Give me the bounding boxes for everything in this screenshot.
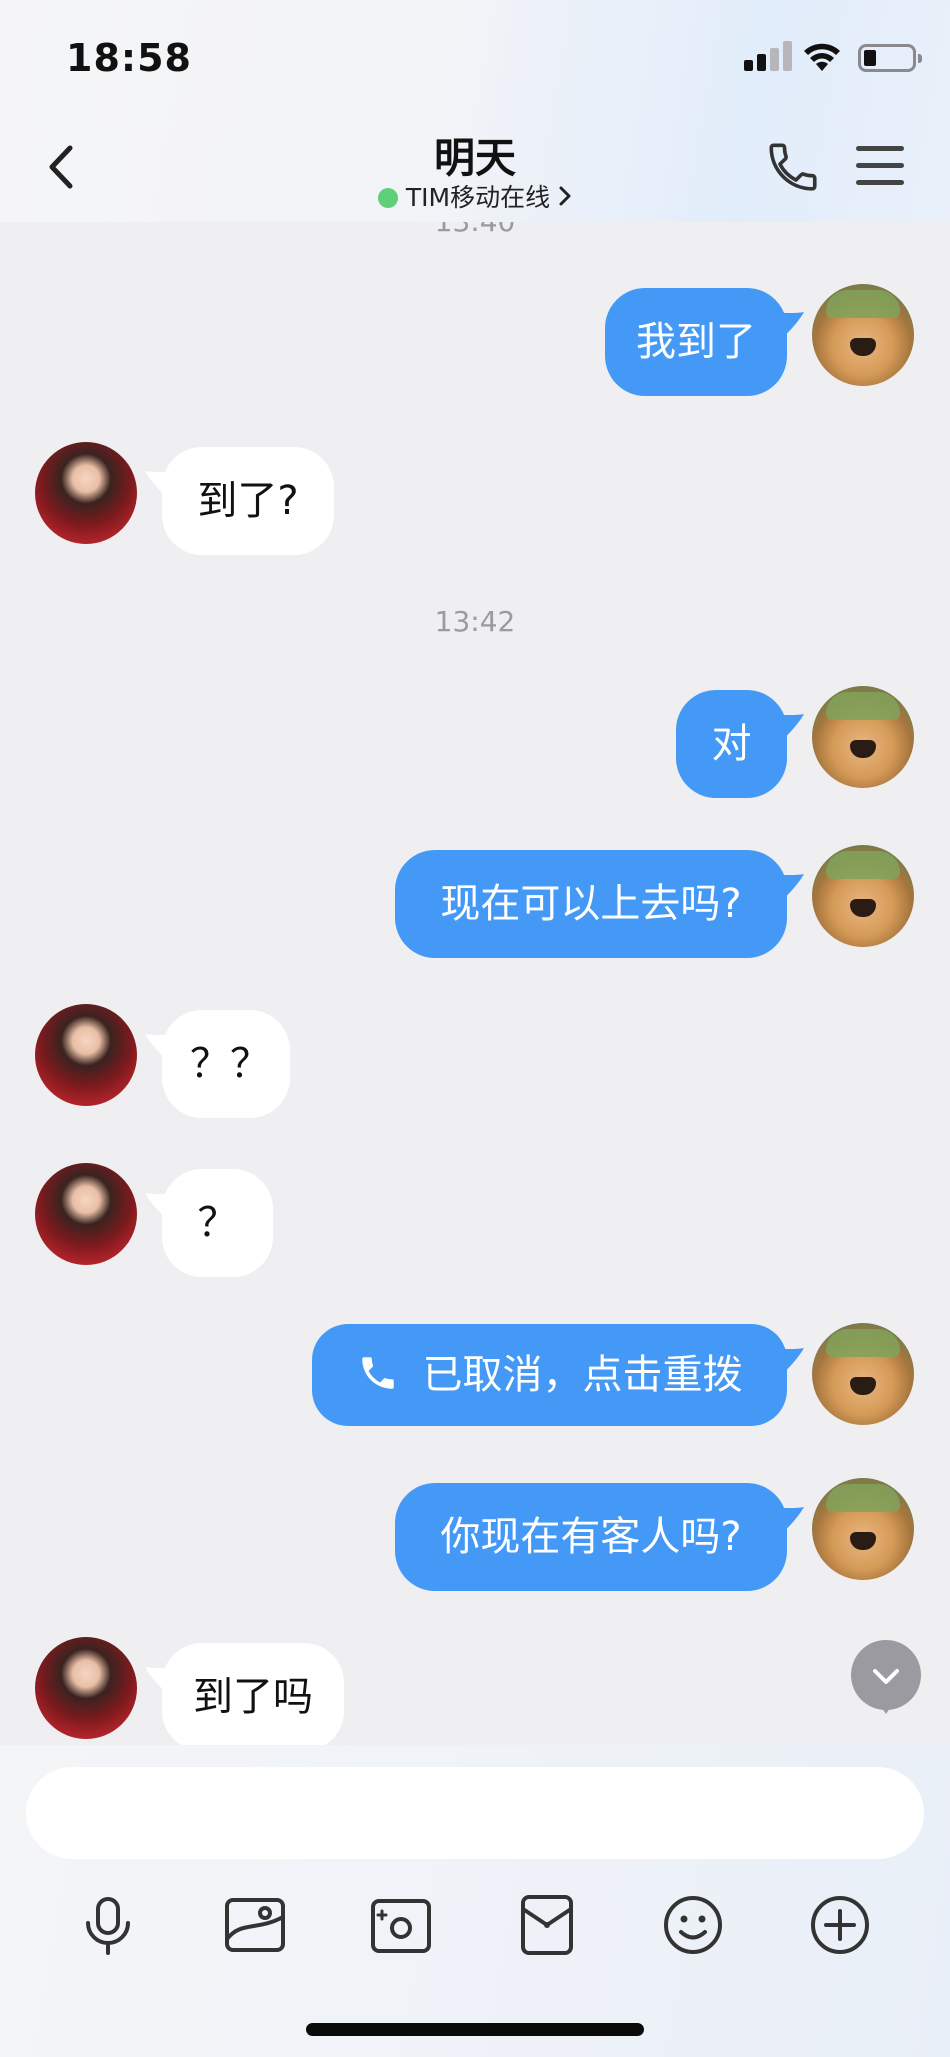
my-avatar[interactable] <box>812 686 914 788</box>
my-avatar[interactable] <box>812 845 914 947</box>
call-record-bubble[interactable]: 已取消，点击重拨 <box>312 1324 804 1426</box>
message-text: 到了? <box>197 478 299 524</box>
call-status-text: 已取消，点击重拨 <box>422 1352 743 1398</box>
contact-avatar[interactable] <box>35 442 137 544</box>
status-time: 18:58 <box>66 36 192 80</box>
message-text: ？ <box>197 1200 238 1246</box>
contact-avatar[interactable] <box>35 1637 137 1739</box>
message-input[interactable] <box>26 1767 924 1859</box>
emoji-icon[interactable] <box>655 1887 731 1963</box>
chat-screen: 13:40 我到了 到了? 13:42 对 现在可以上去吗? ？？ <box>0 0 950 2057</box>
bubble-tail <box>774 312 804 342</box>
bubble-tail <box>774 1507 804 1537</box>
contact-avatar[interactable] <box>35 1004 137 1106</box>
camera-icon[interactable] <box>363 1887 439 1963</box>
incoming-message[interactable]: ？？ <box>145 1010 290 1118</box>
cellular-signal-icon <box>744 40 792 74</box>
outgoing-message[interactable]: 现在可以上去吗? <box>395 850 804 958</box>
incoming-message[interactable]: ？ <box>145 1169 273 1277</box>
plus-icon[interactable] <box>802 1887 878 1963</box>
home-indicator[interactable] <box>306 2023 644 2036</box>
message-text: 你现在有客人吗? <box>440 1514 742 1560</box>
chevron-right-icon <box>559 186 571 206</box>
chevron-down-icon <box>873 1669 899 1684</box>
scroll-button-pointer <box>878 1702 894 1714</box>
incoming-message[interactable]: 到了? <box>145 447 334 555</box>
bubble-tail <box>774 1348 804 1378</box>
composer-bar <box>0 1745 950 2057</box>
outgoing-message[interactable]: 你现在有客人吗? <box>395 1483 804 1591</box>
contact-avatar[interactable] <box>35 1163 137 1265</box>
bubble-tail <box>145 471 175 501</box>
message-text: ？？ <box>190 1041 270 1087</box>
wifi-icon <box>804 43 840 71</box>
message-text: 对 <box>711 721 752 767</box>
chat-header: 18:58 明天 TIM移动在线 <box>0 0 950 222</box>
message-text: 到了吗 <box>193 1674 313 1720</box>
battery-icon <box>858 44 922 72</box>
phone-icon <box>361 1357 394 1389</box>
presence-text: TIM移动在线 <box>405 183 551 212</box>
image-icon[interactable] <box>217 1887 293 1963</box>
message-list[interactable]: 13:40 我到了 到了? 13:42 对 现在可以上去吗? ？？ <box>0 0 950 1745</box>
outgoing-message[interactable]: 我到了 <box>605 288 804 396</box>
bubble-tail <box>774 874 804 904</box>
bubble-tail <box>774 714 804 744</box>
menu-button[interactable] <box>856 144 906 188</box>
bubble-tail <box>145 1193 175 1223</box>
outgoing-message[interactable]: 对 <box>676 690 804 798</box>
my-avatar[interactable] <box>812 1323 914 1425</box>
my-avatar[interactable] <box>812 284 914 386</box>
microphone-icon[interactable] <box>70 1887 146 1963</box>
red-packet-icon[interactable] <box>509 1887 585 1963</box>
voice-call-button[interactable] <box>764 138 822 196</box>
scroll-to-bottom-button[interactable] <box>851 1640 921 1714</box>
message-text: 现在可以上去吗? <box>440 881 742 927</box>
incoming-message[interactable]: 到了吗 <box>145 1643 344 1745</box>
bubble-tail <box>145 1034 175 1064</box>
online-dot-icon <box>377 188 398 208</box>
my-avatar[interactable] <box>812 1478 914 1580</box>
message-text: 我到了 <box>636 319 756 365</box>
timestamp: 13:42 <box>434 605 516 638</box>
bubble-tail <box>145 1667 175 1697</box>
